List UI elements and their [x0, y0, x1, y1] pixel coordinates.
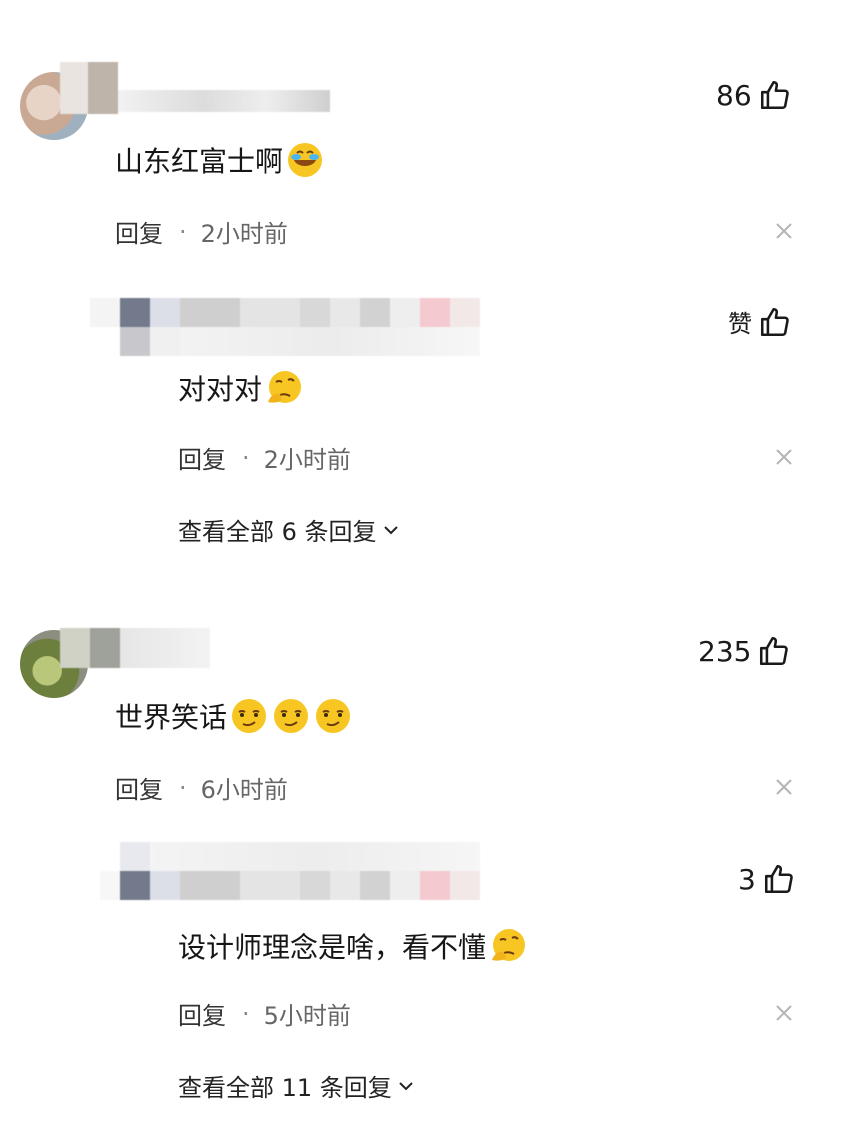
comment-meta: 回复 · 6小时前 [115, 770, 288, 805]
reply-meta: 回复 · 2小时前 [178, 440, 351, 475]
meta-separator: · [179, 773, 187, 802]
chevron-down-icon [383, 525, 398, 534]
thumbs-up-icon [760, 636, 789, 666]
like-label: 赞 [728, 310, 752, 338]
like-button[interactable]: 235 [698, 634, 791, 668]
timestamp: 2小时前 [200, 220, 288, 248]
thumbs-up-icon [760, 80, 789, 110]
reply-text: 设计师理念是啥，看不懂 [178, 926, 528, 966]
close-icon[interactable] [773, 220, 795, 242]
reply-username-blurred[interactable] [90, 298, 480, 356]
reply-username-blurred[interactable] [100, 842, 480, 900]
comment-meta: 回复 · 2小时前 [115, 214, 288, 249]
username-blurred[interactable] [60, 62, 330, 114]
like-count: 86 [716, 78, 752, 112]
reply-button[interactable]: 回复 [115, 770, 163, 805]
thumbs-up-icon [764, 864, 793, 894]
like-button[interactable]: 86 [716, 78, 792, 112]
timestamp: 5小时前 [263, 1002, 351, 1030]
reply-like-button[interactable]: 3 [738, 862, 796, 896]
comment-text: 山东红富士啊 [115, 140, 325, 180]
meta-separator: · [242, 999, 250, 1028]
reply-button[interactable]: 回复 [178, 440, 226, 475]
reply-like-button[interactable]: 赞 [728, 304, 792, 339]
thumbs-up-icon [760, 307, 789, 336]
view-all-replies-link[interactable]: 查看全部 6 条回复 [178, 512, 401, 547]
reply-meta: 回复 · 5小时前 [178, 996, 351, 1031]
chevron-down-icon [399, 1081, 413, 1090]
reply-button[interactable]: 回复 [178, 996, 226, 1031]
close-icon[interactable] [773, 446, 795, 468]
comment-text: 世界笑话 [115, 696, 353, 736]
timestamp: 2小时前 [263, 446, 351, 474]
smirk-emoji [316, 699, 351, 733]
close-icon[interactable] [773, 1002, 795, 1024]
reply-button[interactable]: 回复 [115, 214, 163, 249]
laugh-cry-emoji [288, 143, 323, 177]
thinking-emoji [268, 371, 302, 403]
meta-separator: · [242, 443, 250, 472]
smirk-emoji [274, 699, 309, 733]
like-count: 235 [698, 634, 752, 668]
view-all-replies-link[interactable]: 查看全部 11 条回复 [178, 1068, 416, 1103]
meta-separator: · [179, 217, 187, 246]
thinking-emoji [492, 929, 526, 961]
like-count: 3 [738, 862, 756, 896]
close-icon[interactable] [773, 776, 795, 798]
timestamp: 6小时前 [200, 776, 288, 804]
smirk-emoji [232, 699, 267, 733]
reply-text: 对对对 [178, 368, 304, 408]
username-blurred[interactable] [60, 628, 210, 668]
